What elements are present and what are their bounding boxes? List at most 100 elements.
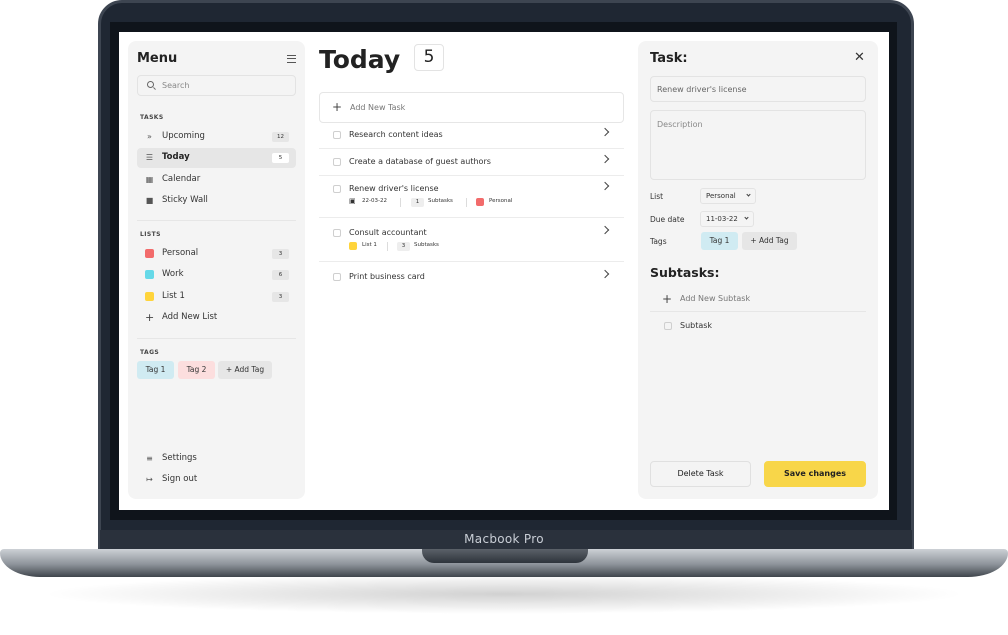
task-label: Print business card xyxy=(349,272,425,281)
task-row[interactable]: Consult accountant List 1 3 Subtasks xyxy=(319,225,624,262)
add-new-subtask-button[interactable]: + Add New Subtask xyxy=(650,288,866,312)
device-label: Macbook Pro xyxy=(464,532,544,546)
sidebar-item-work[interactable]: Work 6 xyxy=(137,265,296,285)
laptop-shadow xyxy=(40,574,968,614)
task-row[interactable]: Research content ideas xyxy=(319,127,624,149)
subtask-count: 3 xyxy=(397,242,410,251)
sidebar-item-label: List 1 xyxy=(162,291,185,301)
laptop-notch xyxy=(422,549,588,563)
add-new-subtask-label: Add New Subtask xyxy=(680,294,751,303)
chevron-right-icon[interactable] xyxy=(600,225,610,235)
task-detail-panel: Task: ✕ Renew driver's license Descripti… xyxy=(638,41,878,499)
task-row[interactable]: Create a database of guest authors xyxy=(319,154,624,176)
delete-task-button[interactable]: Delete Task xyxy=(650,461,751,487)
task-label: Renew driver's license xyxy=(349,184,439,193)
sidebar: Menu TASKS » Upcoming 12 ☰ Today 5 ▦ Cal… xyxy=(128,41,305,499)
task-checkbox[interactable] xyxy=(333,273,341,281)
plus-icon: + xyxy=(145,311,155,324)
stage: Macbook Pro Menu TASKS » Upcoming 12 ☰ T… xyxy=(0,0,1008,635)
calendar-icon: ▣ xyxy=(349,197,356,205)
search-input[interactable] xyxy=(162,78,287,93)
double-chevron-right-icon: » xyxy=(147,132,152,141)
list-color-swatch xyxy=(145,292,154,301)
sidebar-item-today[interactable]: ☰ Today 5 xyxy=(137,148,296,168)
description-field[interactable]: Description xyxy=(650,110,866,180)
task-checkbox[interactable] xyxy=(333,185,341,193)
count-badge: 6 xyxy=(272,270,289,280)
count-badge: 3 xyxy=(272,249,289,259)
plus-icon: + xyxy=(332,100,343,114)
add-tag-button[interactable]: + Add Tag xyxy=(742,232,797,250)
list-select-value: Personal xyxy=(706,192,736,200)
task-name-field[interactable]: Renew driver's license xyxy=(650,76,866,102)
hamburger-icon[interactable] xyxy=(287,55,296,63)
divider xyxy=(137,220,296,221)
page-title: Today xyxy=(319,45,401,74)
task-due-date: 22-03-22 xyxy=(362,198,387,204)
add-new-list-label: Add New List xyxy=(162,312,218,322)
subtasks-label: Subtasks xyxy=(414,242,439,248)
subtask-count: 1 xyxy=(411,198,424,207)
count-badge: 12 xyxy=(272,132,289,142)
tag-chip[interactable]: Tag 1 xyxy=(137,361,174,379)
tasks-section-label: TASKS xyxy=(140,114,164,121)
list-select[interactable]: Personal xyxy=(700,188,756,204)
task-label: Consult accountant xyxy=(349,228,427,237)
task-label: Research content ideas xyxy=(349,130,443,139)
count-badge: 3 xyxy=(272,292,289,302)
sidebar-item-sticky-wall[interactable]: ■ Sticky Wall xyxy=(137,191,296,211)
add-tag-button[interactable]: + Add Tag xyxy=(218,361,272,379)
sign-out-button[interactable]: ↦ Sign out xyxy=(137,470,296,490)
sidebar-item-label: Today xyxy=(162,152,190,162)
sidebar-item-personal[interactable]: Personal 3 xyxy=(137,244,296,264)
sidebar-item-calendar[interactable]: ▦ Calendar xyxy=(137,170,296,190)
menu-title: Menu xyxy=(137,51,178,66)
due-date-select[interactable]: 11-03-22 xyxy=(700,211,754,227)
subtask-checkbox[interactable] xyxy=(664,322,672,330)
count-badge: 5 xyxy=(272,153,289,163)
subtask-label: Subtask xyxy=(680,321,713,330)
settings-button[interactable]: ≡ Settings xyxy=(137,449,296,469)
subtasks-title: Subtasks: xyxy=(650,265,720,280)
sidebar-item-label: Sticky Wall xyxy=(162,195,208,205)
tag-chip[interactable]: Tag 2 xyxy=(178,361,215,379)
sliders-icon: ≡ xyxy=(146,454,153,463)
app-screen: Menu TASKS » Upcoming 12 ☰ Today 5 ▦ Cal… xyxy=(119,32,889,510)
lists-section-label: LISTS xyxy=(140,231,161,238)
sidebar-item-upcoming[interactable]: » Upcoming 12 xyxy=(137,127,296,147)
due-date-value: 11-03-22 xyxy=(706,215,738,223)
task-checkbox[interactable] xyxy=(333,229,341,237)
chevron-right-icon[interactable] xyxy=(600,154,610,164)
task-checkbox[interactable] xyxy=(333,131,341,139)
divider xyxy=(387,242,388,251)
list-color-swatch xyxy=(476,198,484,206)
close-icon[interactable]: ✕ xyxy=(854,50,865,65)
chevron-right-icon[interactable] xyxy=(600,269,610,279)
divider xyxy=(466,198,467,207)
tags-section-label: TAGS xyxy=(140,349,160,356)
sidebar-item-label: Calendar xyxy=(162,174,201,184)
tags-label: Tags xyxy=(650,237,667,246)
task-list-name: Personal xyxy=(489,198,513,204)
sidebar-item-label: Personal xyxy=(162,248,199,258)
chevron-right-icon[interactable] xyxy=(600,181,610,191)
add-new-task-button[interactable]: + Add New Task xyxy=(319,92,624,123)
add-new-task-label: Add New Task xyxy=(350,103,406,112)
chevron-right-icon[interactable] xyxy=(600,127,610,137)
chevron-down-icon xyxy=(746,192,751,197)
save-changes-button[interactable]: Save changes xyxy=(764,461,866,487)
main-content: Today 5 + Add New Task Research content … xyxy=(319,41,624,501)
sign-out-label: Sign out xyxy=(162,474,198,484)
tag-chip[interactable]: Tag 1 xyxy=(701,232,738,250)
search-box xyxy=(137,75,296,96)
plus-icon: + xyxy=(662,292,673,306)
list-color-swatch xyxy=(349,242,357,250)
subtask-row[interactable]: Subtask xyxy=(650,319,866,333)
checklist-icon: ☰ xyxy=(145,153,154,162)
task-checkbox[interactable] xyxy=(333,158,341,166)
sidebar-item-list-1[interactable]: List 1 3 xyxy=(137,287,296,307)
task-row[interactable]: Renew driver's license ▣ 22-03-22 1 Subt… xyxy=(319,181,624,218)
add-new-list-button[interactable]: + Add New List xyxy=(137,308,296,328)
list-label: List xyxy=(650,192,664,201)
task-row[interactable]: Print business card xyxy=(319,269,624,291)
